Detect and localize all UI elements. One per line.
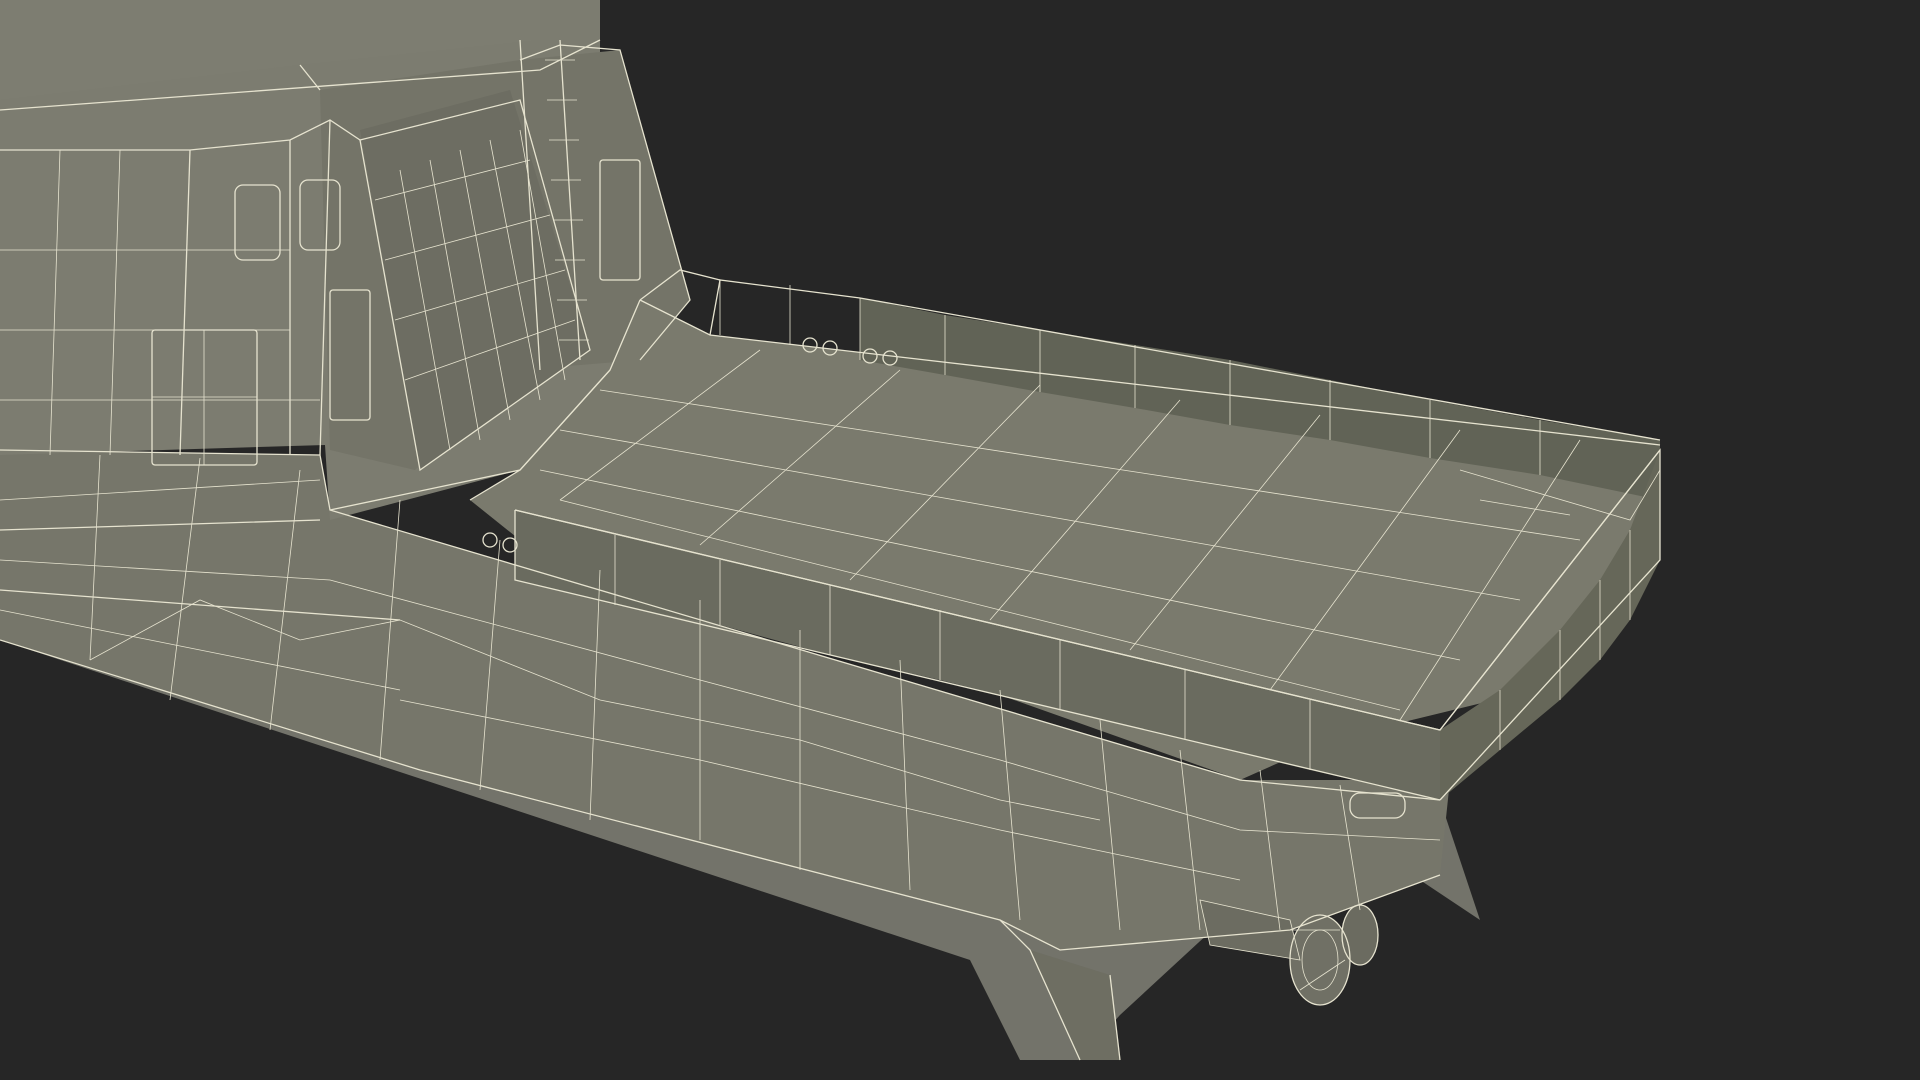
render-viewport <box>0 0 1920 1080</box>
ship-render <box>0 0 1661 1061</box>
